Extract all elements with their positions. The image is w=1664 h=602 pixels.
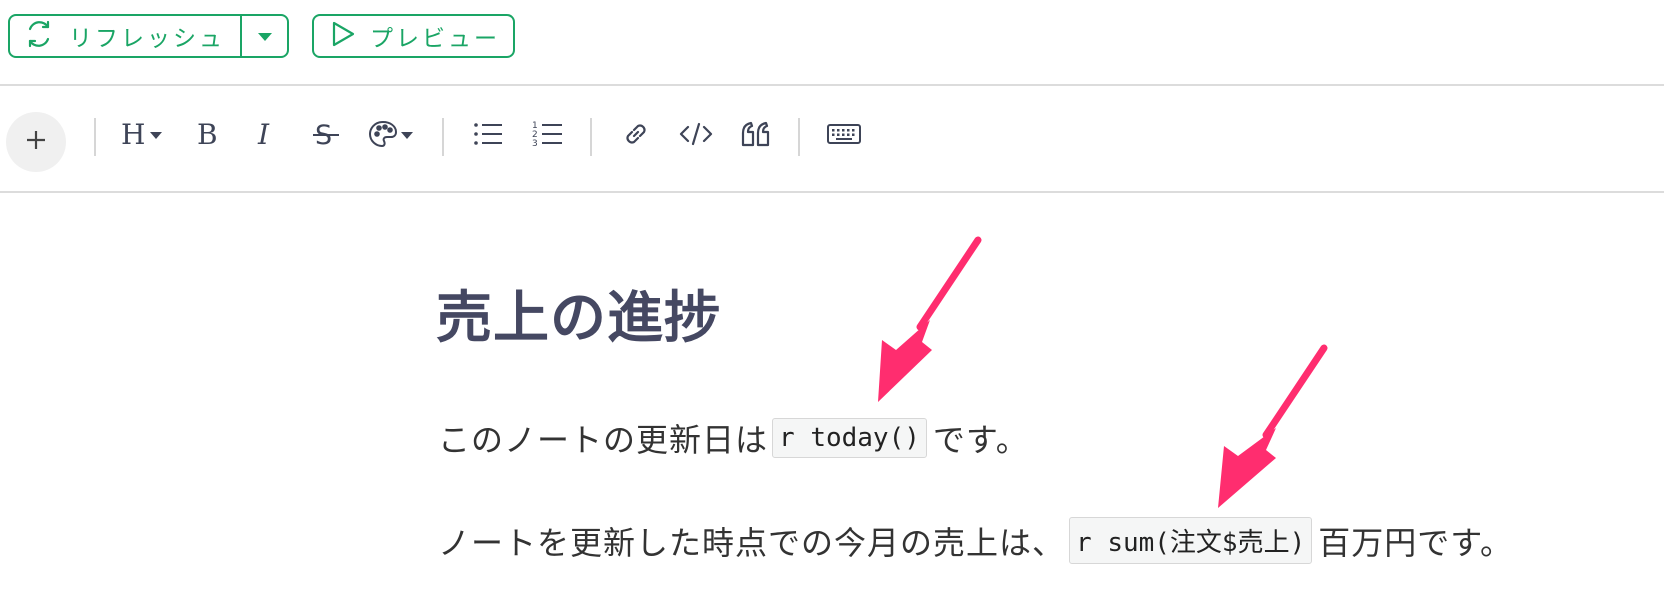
preview-button[interactable]: プレビュー: [312, 14, 515, 58]
annotation-arrow: [878, 236, 982, 402]
svg-text:B: B: [197, 118, 218, 150]
refresh-dropdown-button[interactable]: [242, 16, 287, 56]
plus-icon: [25, 129, 47, 155]
heading-button[interactable]: H: [118, 116, 168, 156]
annotation-arrow: [1218, 344, 1328, 508]
refresh-label: リフレッシュ: [69, 26, 225, 52]
caret-down-icon: [257, 27, 273, 46]
editor-toolbar: H B I S 1 2 3: [0, 96, 1664, 186]
svg-text:H: H: [121, 118, 145, 150]
refresh-button[interactable]: リフレッシュ: [10, 16, 242, 56]
quote-icon: [740, 118, 772, 154]
palette-icon: [367, 118, 417, 154]
toolbar-separator: [94, 118, 96, 156]
toolbar-separator: [798, 118, 800, 156]
toolbar-separator: [590, 118, 592, 156]
paragraph-text: 百万円です。: [1318, 523, 1514, 562]
code-icon: [679, 118, 713, 154]
svg-text:3: 3: [532, 139, 538, 149]
play-icon: [330, 20, 356, 52]
text-color-button[interactable]: [366, 116, 418, 156]
document-content[interactable]: 売上の進捗 このノートの更新日は r today() です。 ノートを更新した時…: [0, 193, 1664, 602]
bullet-list-icon: [472, 118, 504, 154]
refresh-icon: [25, 20, 53, 52]
keyboard-icon: [826, 121, 862, 151]
link-icon: [620, 118, 652, 154]
link-button[interactable]: [618, 116, 654, 156]
quote-button[interactable]: [738, 116, 774, 156]
strikethrough-icon: S: [310, 118, 342, 154]
code-button[interactable]: [678, 116, 714, 156]
inline-r-code: r today(): [772, 418, 927, 458]
divider: [0, 84, 1664, 86]
top-bar: リフレッシュ プレビュー: [0, 0, 1664, 85]
document-heading: 売上の進捗: [436, 286, 721, 351]
italic-button[interactable]: I: [248, 116, 284, 156]
bold-button[interactable]: B: [190, 116, 226, 156]
heading-icon: H: [120, 118, 166, 154]
preview-label: プレビュー: [370, 26, 500, 52]
bold-icon: B: [193, 118, 223, 154]
numbered-list-icon: 1 2 3: [532, 118, 564, 154]
keyboard-shortcuts-button[interactable]: [824, 116, 864, 156]
insert-button[interactable]: [6, 112, 66, 172]
bullet-list-button[interactable]: [470, 116, 506, 156]
numbered-list-button[interactable]: 1 2 3: [530, 116, 566, 156]
italic-icon: I: [251, 118, 281, 154]
paragraph-monthly-sales: ノートを更新した時点での今月の売上は、 r sum(注文$売上) 百万円です。: [438, 517, 1513, 564]
paragraph-text: このノートの更新日は: [438, 421, 769, 459]
paragraph-text: です。: [932, 421, 1029, 459]
toolbar-separator: [442, 118, 444, 156]
refresh-button-group: リフレッシュ: [8, 14, 289, 58]
svg-text:I: I: [257, 118, 270, 150]
inline-r-code: r sum(注文$売上): [1069, 517, 1313, 564]
paragraph-text: ノートを更新した時点での今月の売上は、: [438, 523, 1066, 562]
strikethrough-button[interactable]: S: [308, 116, 344, 156]
paragraph-update-date: このノートの更新日は r today() です。: [438, 415, 1029, 461]
